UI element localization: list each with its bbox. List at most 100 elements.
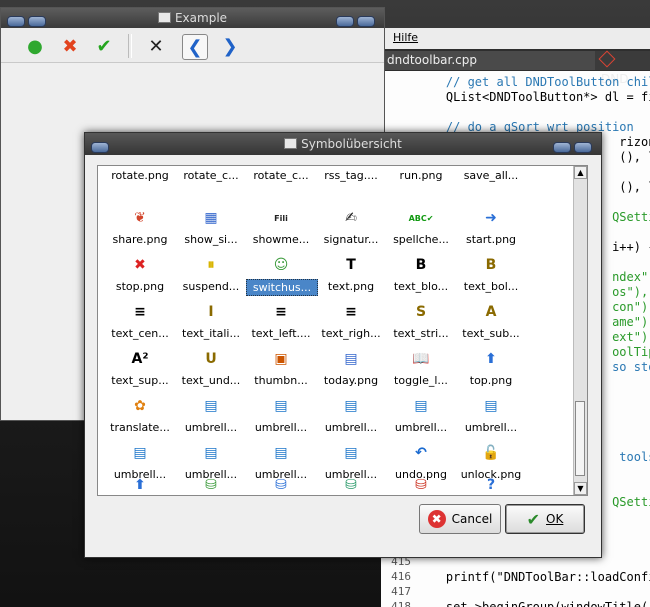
- icon-item[interactable]: ▣ thumbn...: [246, 349, 316, 396]
- symbol-icon: ▤: [274, 398, 288, 414]
- icon-item[interactable]: ☺ switchus...: [246, 255, 318, 302]
- dialog-titlebar[interactable]: Symbolübersicht: [85, 133, 601, 155]
- icon-item[interactable]: ABC✔ spellche...: [386, 208, 456, 255]
- close-x-icon[interactable]: ✕: [144, 34, 168, 58]
- scroll-thumb[interactable]: [575, 401, 585, 476]
- icon-item[interactable]: Itext_itali...: [176, 302, 246, 349]
- symbol-icon: ⛁: [275, 477, 287, 493]
- icon-item[interactable]: ≡ text_righ...: [316, 302, 386, 349]
- icon-item[interactable]: Ttext.png: [316, 255, 386, 302]
- icon-item[interactable]: ≡ text_left....: [246, 302, 316, 349]
- icon-item[interactable]: ▤ umbrell...: [246, 396, 316, 443]
- window-menu-icon[interactable]: [91, 142, 109, 153]
- symbol-icon: ▦: [204, 210, 218, 226]
- icon-label: text_und...: [181, 374, 241, 387]
- icon-item[interactable]: ✖ stop.png: [105, 255, 175, 302]
- window-menu-icon[interactable]: [7, 16, 25, 27]
- icon-item[interactable]: Utext_und...: [176, 349, 246, 396]
- minimize-icon[interactable]: [336, 16, 354, 27]
- cancel-button[interactable]: ✖ Cancel: [419, 504, 501, 534]
- symbol-icon: ?: [486, 477, 496, 493]
- icon-item[interactable]: ⬆ top.png: [456, 349, 526, 396]
- maximize-icon[interactable]: [357, 16, 375, 27]
- symbol-icon: ⬆: [485, 351, 497, 367]
- icon-list[interactable]: rotate.png rotate_c... rotate_c... rss_tag.…: [97, 165, 588, 496]
- forward-arrow-icon[interactable]: ❯: [218, 34, 242, 58]
- icon-item[interactable]: save_all...: [456, 166, 526, 211]
- icon-item[interactable]: run.png: [386, 166, 456, 211]
- tab-dnd[interactable]: DND: [595, 50, 650, 86]
- symbol-icon: ▤: [274, 445, 288, 461]
- window-title: Example: [174, 11, 228, 25]
- ide-menubar: Hilfe: [381, 28, 650, 50]
- code-text: QList<DNDToolButton*> dl = findChi: [445, 90, 650, 104]
- icon-item[interactable]: ▤ umbrell...: [456, 396, 526, 443]
- icon-item[interactable]: rotate_c...: [176, 166, 246, 211]
- symbol-icon: A²: [131, 351, 149, 367]
- code-line: QList<DNDToolButton*> dl = findChi: [417, 89, 650, 105]
- icon-label: today.png: [323, 374, 379, 387]
- icon-item[interactable]: ▤ umbrell...: [316, 396, 386, 443]
- icon-item[interactable]: ⛁: [386, 475, 456, 495]
- dialog-control-buttons: [553, 138, 595, 160]
- icon-item[interactable]: ⬆: [105, 475, 175, 495]
- icon-item[interactable]: ⛁: [176, 475, 246, 495]
- icon-item[interactable]: Btext_blo...: [386, 255, 456, 302]
- icon-label: text.png: [327, 280, 375, 293]
- toolbar-separator: [128, 34, 132, 58]
- menu-help[interactable]: Hilfe: [393, 31, 418, 44]
- green-check-icon[interactable]: ✔: [92, 34, 116, 58]
- icon-item[interactable]: rotate.png: [105, 166, 175, 211]
- scroll-up-arrow-icon[interactable]: ▲: [574, 166, 587, 179]
- icon-item[interactable]: ▦ show_si...: [176, 208, 246, 255]
- back-arrow-icon[interactable]: ❮: [182, 34, 208, 60]
- tab-dndtoolbar-cpp[interactable]: dndtoolbar.cpp: [381, 51, 604, 70]
- vertical-scrollbar[interactable]: ▲ ▼: [573, 166, 587, 495]
- icon-item[interactable]: ➜ start.png: [456, 208, 526, 255]
- icon-item[interactable]: A² text_sup...: [105, 349, 175, 396]
- ok-label: OK: [546, 512, 564, 526]
- icon-label: rotate_c...: [253, 169, 309, 182]
- symbol-icon: B: [485, 257, 497, 273]
- icon-item[interactable]: ⏸ suspend...: [176, 255, 246, 302]
- icon-item[interactable]: Btext_bol...: [456, 255, 526, 302]
- icon-item[interactable]: ✍ signatur...: [316, 208, 386, 255]
- window-shade-icon[interactable]: [28, 16, 46, 27]
- icon-item[interactable]: ▤ umbrell...: [386, 396, 456, 443]
- ok-button[interactable]: ✔ OK: [505, 504, 585, 534]
- ide-tabbar: dndtoolbar.cpp DND: [381, 49, 650, 86]
- dialog-title: Symbolübersicht: [301, 137, 402, 151]
- icon-item[interactable]: ?: [456, 475, 526, 495]
- icon-label: save_all...: [463, 169, 519, 182]
- icon-label: run.png: [399, 169, 443, 182]
- icon-item[interactable]: ⛁: [316, 475, 386, 495]
- example-titlebar[interactable]: Example: [1, 8, 384, 28]
- icon-item[interactable]: Stext_stri...: [386, 302, 456, 349]
- icon-label: toggle_l...: [394, 374, 448, 387]
- icon-item[interactable]: ▤ umbrell...: [176, 396, 246, 443]
- code-text: set->beginGroup(windowTitle());: [417, 600, 650, 607]
- line-number: 416: [391, 570, 411, 583]
- icon-item[interactable]: Atext_sub...: [456, 302, 526, 349]
- icon-item[interactable]: ≡ text_cen...: [105, 302, 175, 349]
- icon-item[interactable]: ⛁: [246, 475, 316, 495]
- red-x-icon[interactable]: ✖: [58, 34, 82, 58]
- icon-item[interactable]: rotate_c...: [246, 166, 316, 211]
- icon-item[interactable]: rss_tag....: [316, 166, 386, 211]
- icon-item[interactable]: ▤ today.png: [316, 349, 386, 396]
- icon-label: top.png: [469, 374, 513, 387]
- code-line: 416 printf("DNDToolBar::loadConfig in: [391, 569, 650, 585]
- icon-item[interactable]: ✿ translate...: [105, 396, 175, 443]
- minimize-icon[interactable]: [553, 142, 571, 153]
- icon-item[interactable]: ❦ share.png: [105, 208, 175, 255]
- icon-item[interactable]: 📖 toggle_l...: [386, 349, 456, 396]
- green-circle-icon[interactable]: ●: [23, 34, 47, 58]
- window-icon: [157, 12, 171, 23]
- symbol-icon: ⛁: [345, 477, 357, 493]
- symbol-icon: ⬆: [134, 477, 146, 493]
- icon-label: rss_tag....: [324, 169, 378, 182]
- symbol-icon: ⛁: [205, 477, 217, 493]
- scroll-down-arrow-icon[interactable]: ▼: [574, 482, 587, 495]
- maximize-icon[interactable]: [574, 142, 592, 153]
- icon-item[interactable]: Fili showme...: [246, 208, 316, 255]
